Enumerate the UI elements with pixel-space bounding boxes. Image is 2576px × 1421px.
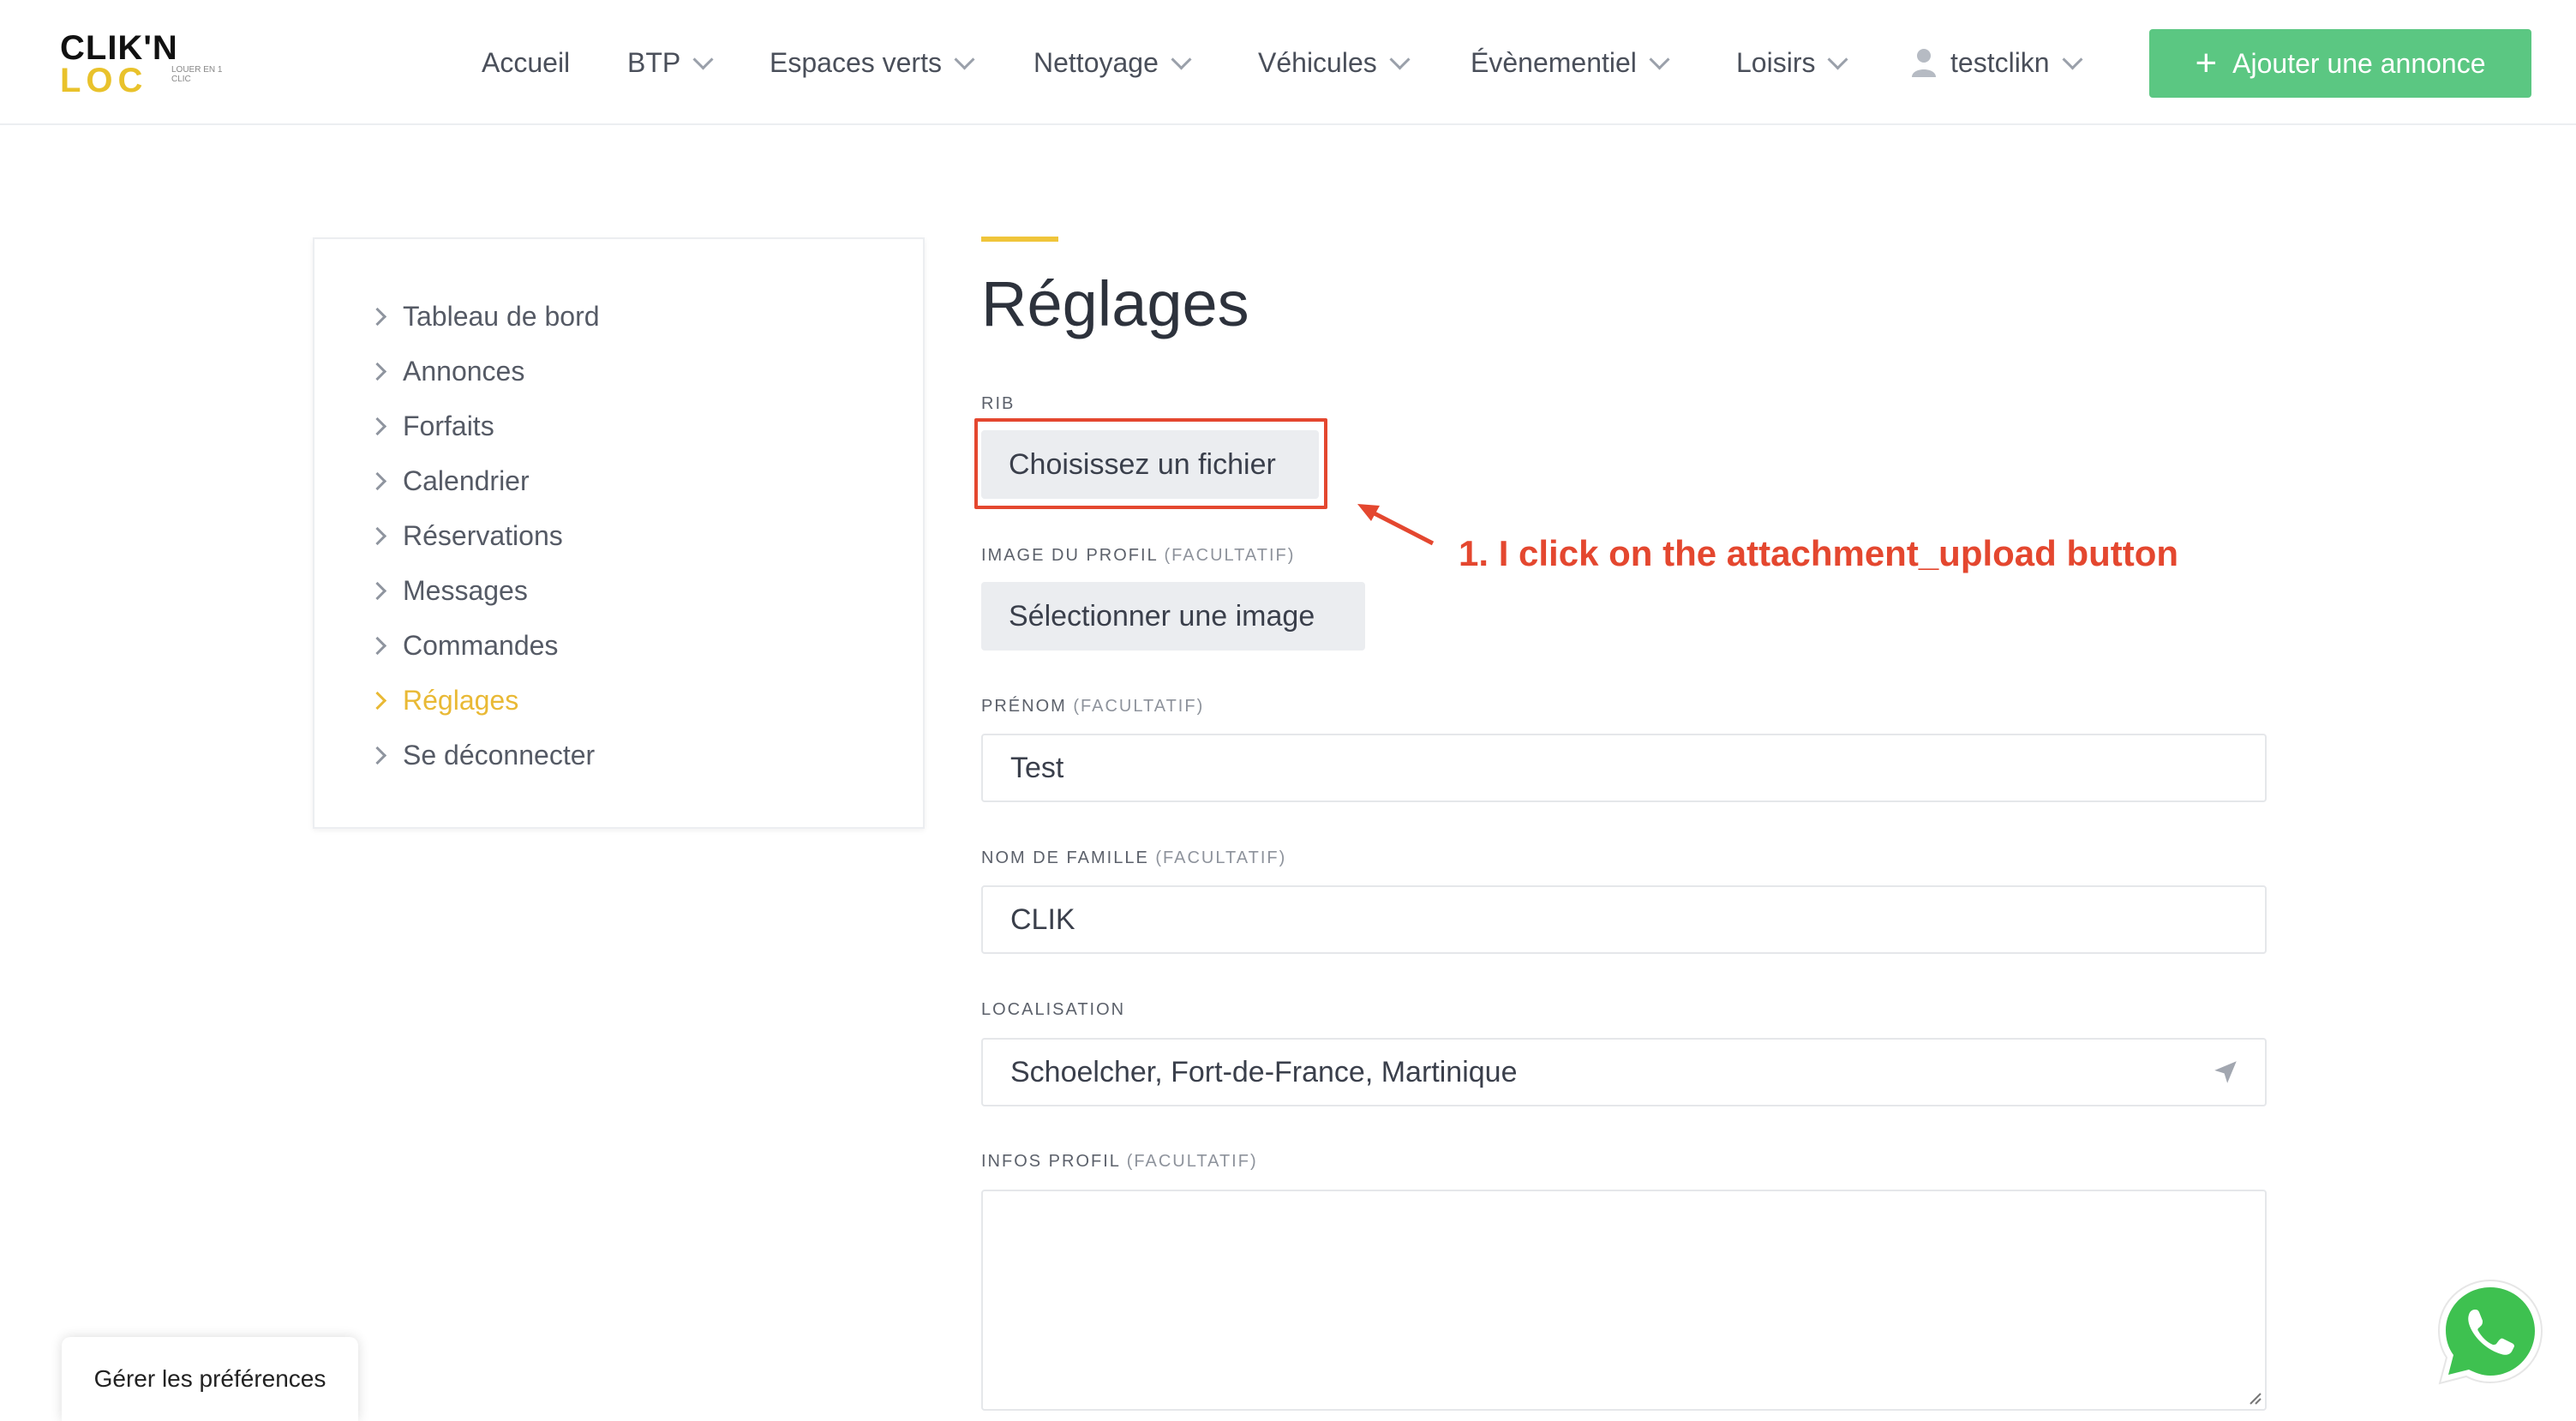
nav-nettoyage[interactable]: Nettoyage [1033, 43, 1192, 82]
sidebar-item-tableau-de-bord[interactable]: Tableau de bord [368, 295, 600, 338]
profile-image-upload-button[interactable]: Sélectionner une image [981, 582, 1365, 651]
chevron-down-icon [1171, 48, 1192, 70]
page-title: Réglages [981, 268, 1249, 339]
logo-line2: LOC [60, 62, 148, 99]
last-name-label: NOM DE FAMILLE (FACULTATIF) [981, 848, 1286, 868]
sidebar-item-label: Se déconnecter [403, 739, 596, 770]
sidebar-item-label: Réglages [403, 684, 519, 716]
sidebar-item-label: Annonces [403, 355, 525, 387]
user-icon [1912, 49, 1936, 77]
chevron-right-icon [368, 526, 387, 545]
optional-tag: (FACULTATIF) [1126, 1152, 1258, 1171]
last-name-input[interactable] [981, 885, 2267, 954]
chevron-right-icon [368, 746, 387, 764]
nav-btp[interactable]: BTP [627, 43, 714, 82]
rib-label-text: RIB [981, 394, 1015, 413]
optional-tag: (FACULTATIF) [1155, 848, 1287, 867]
nav-label: Accueil [482, 46, 571, 78]
location-label: LOCALISATION [981, 1000, 1125, 1020]
chevron-right-icon [368, 307, 387, 326]
chevron-right-icon [368, 362, 387, 381]
chevron-down-icon [1389, 48, 1411, 70]
cookie-preferences-label: Gérer les préférences [93, 1365, 326, 1392]
profile-info-textarea[interactable] [981, 1190, 2267, 1411]
logo-tagline: LOUER EN 1 CLIC [171, 65, 223, 84]
sidebar-item-annonces[interactable]: Annonces [368, 350, 525, 393]
chevron-right-icon [368, 417, 387, 435]
account-sidebar: Tableau de bord Annonces Forfaits Calend… [313, 237, 925, 829]
profile-image-label-text: IMAGE DU PROFIL [981, 546, 1158, 565]
first-name-input[interactable] [981, 734, 2267, 802]
nav-vehicules[interactable]: Véhicules [1258, 43, 1411, 82]
chevron-down-icon [954, 48, 975, 70]
site-logo[interactable]: CLIK'N LOC LOUER EN 1 CLIC [60, 29, 231, 98]
sidebar-item-reservations[interactable]: Réservations [368, 514, 563, 557]
first-name-label-text: PRÉNOM [981, 697, 1067, 716]
chevron-right-icon [368, 691, 387, 710]
sidebar-item-label: Messages [403, 574, 528, 606]
chevron-down-icon [1649, 48, 1670, 70]
chevron-down-icon [2062, 48, 2083, 70]
sidebar-item-se-deconnecter[interactable]: Se déconnecter [368, 734, 596, 776]
user-name: testclikn [1950, 46, 2050, 78]
chevron-down-icon [1827, 48, 1848, 70]
nav-accueil[interactable]: Accueil [482, 43, 570, 82]
nav-label: BTP [627, 46, 681, 78]
sidebar-item-calendrier[interactable]: Calendrier [368, 459, 530, 502]
site-header: CLIK'N LOC LOUER EN 1 CLIC Accueil BTP E… [0, 0, 2576, 125]
nav-label: Véhicules [1258, 46, 1377, 78]
optional-tag: (FACULTATIF) [1073, 697, 1205, 716]
add-listing-label: Ajouter une annonce [2232, 47, 2486, 79]
location-label-text: LOCALISATION [981, 1000, 1126, 1019]
first-name-label: PRÉNOM (FACULTATIF) [981, 697, 1204, 716]
nav-user-menu[interactable]: testclikn [1911, 43, 2083, 82]
annotation-text: 1. I click on the attachment_upload butt… [1459, 533, 2179, 573]
last-name-label-text: NOM DE FAMILLE [981, 848, 1149, 867]
nav-espaces-verts[interactable]: Espaces verts [770, 43, 975, 82]
sidebar-item-label: Tableau de bord [403, 300, 600, 332]
chevron-right-icon [368, 636, 387, 655]
profile-info-label-text: INFOS PROFIL [981, 1152, 1121, 1171]
location-arrow-icon[interactable] [2211, 1058, 2240, 1087]
annotation-highlight-box [974, 418, 1327, 509]
add-listing-button[interactable]: + Ajouter une annonce [2149, 29, 2531, 98]
location-input[interactable] [981, 1038, 2267, 1106]
whatsapp-icon[interactable] [2430, 1272, 2550, 1392]
chevron-down-icon [692, 48, 714, 70]
chevron-right-icon [368, 581, 387, 600]
sidebar-item-label: Calendrier [403, 465, 530, 496]
optional-tag: (FACULTATIF) [1164, 546, 1296, 565]
profile-info-label: INFOS PROFIL (FACULTATIF) [981, 1152, 1258, 1172]
cookie-preferences-button[interactable]: Gérer les préférences [62, 1337, 358, 1421]
profile-image-label: IMAGE DU PROFIL (FACULTATIF) [981, 546, 1295, 566]
nav-label: Évènementiel [1471, 46, 1637, 78]
profile-image-upload-label: Sélectionner une image [1009, 599, 1315, 633]
title-accent-bar [981, 237, 1058, 242]
sidebar-item-label: Forfaits [403, 410, 494, 441]
sidebar-item-commandes[interactable]: Commandes [368, 624, 559, 667]
resize-grip-icon[interactable] [2245, 1388, 2262, 1406]
nav-label: Espaces verts [770, 46, 942, 78]
sidebar-item-label: Commandes [403, 629, 559, 661]
sidebar-item-forfaits[interactable]: Forfaits [368, 405, 494, 447]
nav-label: Nettoyage [1033, 46, 1159, 78]
nav-evenementiel[interactable]: Évènementiel [1471, 43, 1670, 82]
annotation-arrow-icon [1357, 504, 1435, 546]
rib-label: RIB [981, 394, 1015, 414]
sidebar-item-label: Réservations [403, 519, 563, 551]
logo-line1: CLIK'N [60, 29, 178, 67]
nav-loisirs[interactable]: Loisirs [1736, 43, 1848, 82]
plus-icon: + [2195, 42, 2218, 84]
nav-label: Loisirs [1736, 46, 1816, 78]
sidebar-item-messages[interactable]: Messages [368, 569, 528, 612]
chevron-right-icon [368, 471, 387, 490]
sidebar-item-reglages[interactable]: Réglages [368, 679, 519, 722]
